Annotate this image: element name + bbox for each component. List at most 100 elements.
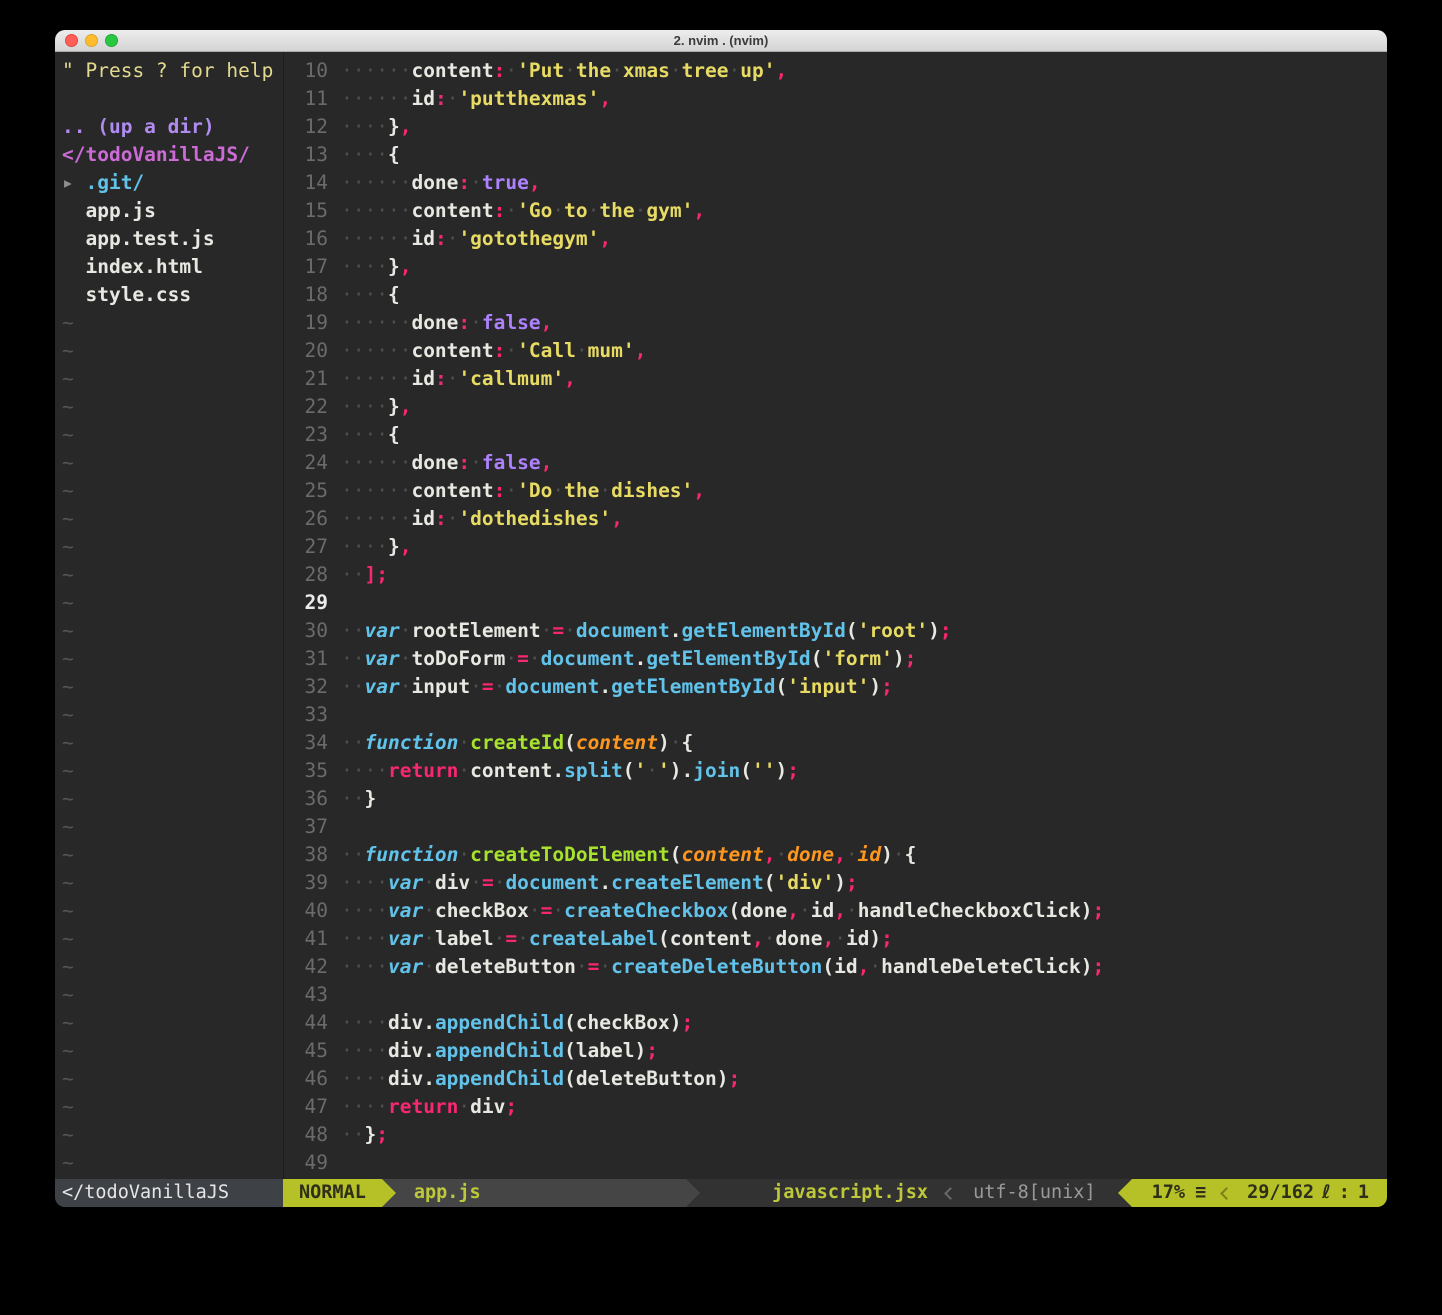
line-number: 49 [284,1149,328,1177]
cursor-column: 1 [1358,1179,1369,1207]
code-line[interactable]: 27 ····}, [284,533,1387,561]
code-line[interactable]: 20······content:·'Call·mum', [284,337,1387,365]
code-line[interactable]: 46····div.appendChild(deleteButton); [284,1065,1387,1093]
code-line[interactable]: 48··}; [284,1121,1387,1149]
explorer-item-app.js[interactable]: app.js [55,197,283,225]
code-line[interactable]: 31 ··var·toDoForm·=·document.getElementBy… [284,645,1387,673]
code-line[interactable]: 16 ······id:·'gotothegym', [284,225,1387,253]
code-line[interactable]: 23····{ [284,421,1387,449]
line-number: 28 [284,561,328,589]
empty-line-tilde: ~ [55,561,283,589]
empty-line-tilde: ~ [55,729,283,757]
explorer-up-dir[interactable]: .. (up a dir) [55,113,283,141]
explorer-item-.git[interactable]: ▸.git/ [55,169,283,197]
code-line[interactable]: 35····return·content.split('·').join('')… [284,757,1387,785]
code-line[interactable]: 26······id:·'dothedishes', [284,505,1387,533]
explorer-root-dir[interactable]: </todoVanillaJS/ [55,141,283,169]
line-number: 31 [284,645,328,673]
code-line[interactable]: 33 [284,701,1387,729]
empty-line-tilde: ~ [55,673,283,701]
statusline-encoding: utf-8[unix] [973,1179,1096,1207]
empty-line-tilde: ~ [55,813,283,841]
statusline-position-segment: 17% ≡ 29/162 ℓ : 1 [1132,1179,1387,1207]
code-line[interactable]: 39····var·div·=·document.createElement('… [284,869,1387,897]
code-line[interactable]: 28 ··]; [284,561,1387,589]
code-text: ····}, [341,535,411,558]
code-text: ······id:·'gotothegym', [341,227,611,250]
code-line[interactable]: 37 [284,813,1387,841]
line-number: 37 [284,813,328,841]
code-line[interactable]: 32··var·input·=·document.getElementById(… [284,673,1387,701]
code-text: ······content:·'Put·the·xmas·tree·up', [341,59,787,82]
statusline: </todoVanillaJS NORMAL app.js javascript… [55,1179,1387,1207]
code-line[interactable]: 43 [284,981,1387,1009]
code-line[interactable]: 40····var·checkBox·=·createCheckbox(done… [284,897,1387,925]
code-line[interactable]: 11······id:·'putthexmas', [284,85,1387,113]
editor-pane[interactable]: 10······content:·'Put·the·xmas·tree·up',… [283,52,1387,1179]
code-line[interactable]: 34··function·createId(content)·{ [284,729,1387,757]
code-text: ······content:·'Call·mum', [341,339,646,362]
code-line[interactable]: 36··} [284,785,1387,813]
empty-line-tilde: ~ [55,309,283,337]
code-line[interactable]: 25······content:·'Do·the·dishes', [284,477,1387,505]
empty-line-tilde: ~ [55,897,283,925]
empty-line-tilde: ~ [55,785,283,813]
code-line[interactable]: 24······done:·false, [284,449,1387,477]
position-separator: : [1339,1179,1350,1207]
code-text: ····var·deleteButton·=·createDeleteButto… [341,955,1104,978]
empty-line-tilde: ~ [55,365,283,393]
line-number: 19 [284,309,328,337]
line-number: 48 [284,1121,328,1149]
explorer-item-app.test.js[interactable]: app.test.js [55,225,283,253]
code-line[interactable]: 45····div.appendChild(label); [284,1037,1387,1065]
code-text: ····}, [341,255,411,278]
line-number: 27 [284,533,328,561]
code-text: ····{ [341,143,400,166]
explorer-item-style.css[interactable]: style.css [55,281,283,309]
explorer-item-index.html[interactable]: index.html [55,253,283,281]
code-text: ····return·div; [341,1095,517,1118]
code-line[interactable]: 15······content:·'Go·to·the·gym', [284,197,1387,225]
code-line[interactable]: 17····}, [284,253,1387,281]
code-line[interactable]: 14······done:·true, [284,169,1387,197]
line-number: 24 [284,449,328,477]
code-text: ······id:·'callmum', [341,367,576,390]
code-line[interactable]: 18····{ [284,281,1387,309]
empty-line-tilde: ~ [55,421,283,449]
line-number: 15 [284,197,328,225]
code-line[interactable]: 41 ····var·label·=·createLabel(content,·d… [284,925,1387,953]
line-number: 13 [284,141,328,169]
line-number: 41 [284,925,328,953]
code-line[interactable]: 10······content:·'Put·the·xmas·tree·up', [284,57,1387,85]
line-number: 43 [284,981,328,1009]
code-line[interactable]: 30··var·rootElement·=·document.getElemen… [284,617,1387,645]
code-line[interactable]: 44····div.appendChild(checkBox); [284,1009,1387,1037]
code-text: ····{ [341,283,400,306]
empty-line-tilde: ~ [55,505,283,533]
code-line[interactable]: 42····var·deleteButton·=·createDeleteBut… [284,953,1387,981]
code-text: ····}, [341,395,411,418]
code-line[interactable]: 49 [284,1149,1387,1177]
line-number: 12 [284,113,328,141]
empty-line-tilde: ~ [55,757,283,785]
empty-line-tilde: ~ [55,645,283,673]
code-text: ··]; [341,563,388,586]
code-line[interactable]: 29 [284,589,1387,617]
thin-separator-icon [944,1187,957,1200]
code-line[interactable]: 13 ····{ [284,141,1387,169]
code-text: ····var·label·=·createLabel(content,·don… [341,927,893,950]
code-text: ····return·content.split('·').join(''); [341,759,799,782]
line-number: 44 [284,1009,328,1037]
titlebar[interactable]: 2. nvim . (nvim) [55,30,1387,52]
code-line[interactable]: 22····}, [284,393,1387,421]
empty-line-tilde: ~ [55,841,283,869]
code-line[interactable]: 21······id:·'callmum', [284,365,1387,393]
code-line[interactable]: 38··function·createToDoElement(content,·… [284,841,1387,869]
code-line[interactable]: 12····}, [284,113,1387,141]
code-line[interactable]: 19······done:·false, [284,309,1387,337]
code-line[interactable]: 47····return·div; [284,1093,1387,1121]
empty-line-tilde: ~ [55,449,283,477]
line-number: 16 [284,225,328,253]
code-text: ··var·toDoForm·=·document.getElementById… [341,647,916,670]
powerline-separator [382,1179,396,1207]
